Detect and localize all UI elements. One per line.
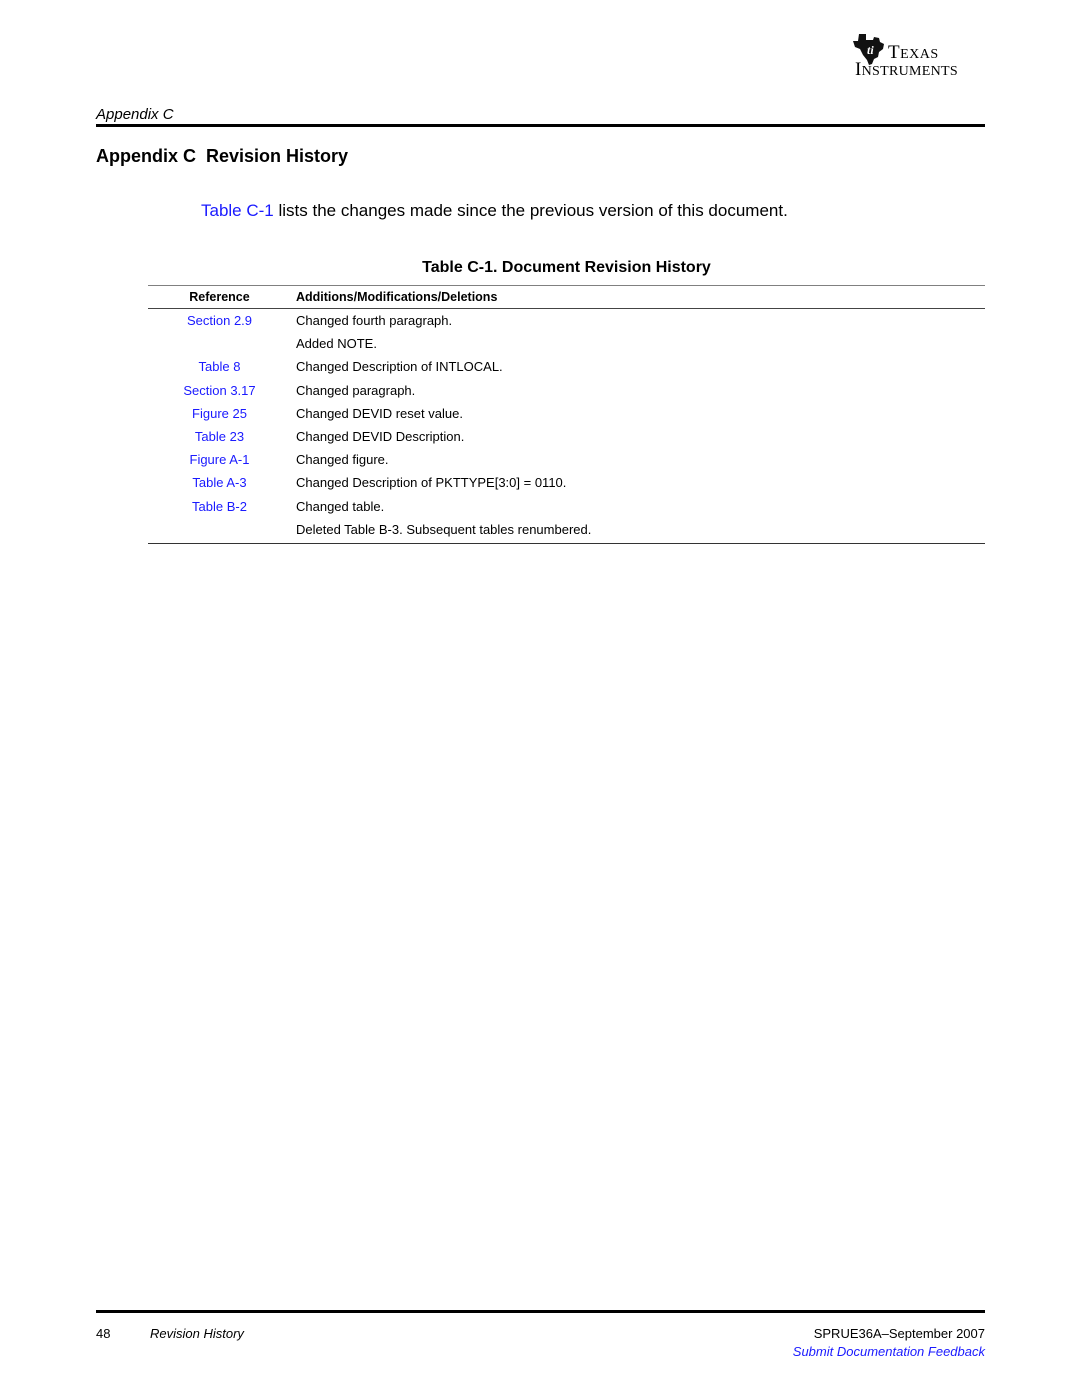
reference-link[interactable]: Figure A-1 — [148, 452, 291, 467]
intro-text: lists the changes made since the previou… — [273, 201, 788, 220]
footer-section-title: Revision History — [150, 1326, 244, 1341]
intro-paragraph: Table C-1 lists the changes made since t… — [201, 201, 788, 221]
reference-link[interactable]: Table 8 — [148, 359, 291, 374]
table-row: Deleted Table B-3. Subsequent tables ren… — [148, 518, 985, 541]
svg-text:ti: ti — [867, 43, 874, 57]
page-title: Appendix C Revision History — [96, 146, 349, 166]
running-header-section: Appendix C — [96, 106, 174, 123]
document-id: SPRUE36A–September 2007 — [813, 1326, 985, 1341]
table-row: Figure 25 Changed DEVID reset value. — [148, 402, 985, 425]
change-description: Changed fourth paragraph. — [296, 313, 453, 329]
table-caption: Table C-1. Document Revision History — [422, 259, 711, 276]
change-description: Deleted Table B-3. Subsequent tables ren… — [296, 521, 592, 537]
logo-text-instruments: INSTRUMENTS — [855, 59, 958, 80]
revision-history-table: Reference Additions/Modifications/Deleti… — [148, 285, 985, 544]
table-row: Section 3.17 Changed paragraph. — [148, 379, 985, 402]
page-number: 48 — [96, 1326, 111, 1341]
change-description: Changed DEVID Description. — [296, 429, 465, 445]
header-divider — [96, 124, 985, 127]
reference-link[interactable]: Table A-3 — [148, 475, 291, 490]
change-description: Changed Description of PKTTYPE[3:0] = 01… — [296, 475, 567, 491]
reference-link[interactable]: Table 23 — [148, 429, 291, 444]
table-row: Table 8 Changed Description of INTLOCAL. — [148, 355, 985, 378]
table-row: Section 2.9 Changed fourth paragraph. — [148, 309, 985, 332]
change-description: Changed paragraph. — [296, 382, 416, 398]
footer-divider — [96, 1310, 985, 1313]
reference-link[interactable]: Section 2.9 — [148, 313, 291, 328]
column-header-reference: Reference — [189, 290, 250, 304]
texas-instruments-logo: ti TEXAS INSTRUMENTS — [853, 30, 985, 80]
table-bottom-rule — [148, 542, 985, 544]
change-description: Changed figure. — [296, 452, 389, 468]
submit-feedback-link[interactable]: Submit Documentation Feedback — [793, 1344, 985, 1359]
table-header-row: Reference Additions/Modifications/Deleti… — [148, 286, 985, 309]
table-c1-link[interactable]: Table C-1 — [201, 201, 274, 220]
reference-link[interactable]: Section 3.17 — [148, 383, 291, 398]
change-description: Added NOTE. — [296, 336, 377, 352]
table-row: Added NOTE. — [148, 332, 985, 355]
reference-link[interactable]: Figure 25 — [148, 406, 291, 421]
table-row: Table A-3 Changed Description of PKTTYPE[… — [148, 471, 985, 494]
reference-link[interactable]: Table B-2 — [148, 499, 291, 514]
table-row: Table B-2 Changed table. — [148, 495, 985, 518]
change-description: Changed table. — [296, 498, 385, 514]
column-header-changes: Additions/Modifications/Deletions — [296, 290, 498, 304]
change-description: Changed Description of INTLOCAL. — [296, 359, 503, 375]
table-row: Table 23 Changed DEVID Description. — [148, 425, 985, 448]
change-description: Changed DEVID reset value. — [296, 405, 463, 421]
table-row: Figure A-1 Changed figure. — [148, 448, 985, 471]
